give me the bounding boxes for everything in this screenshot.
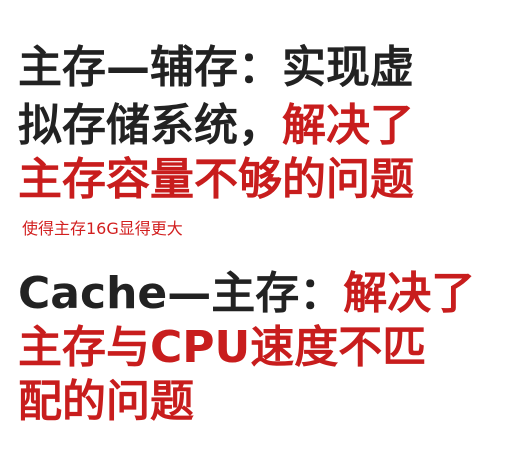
memory-aux-line-2: 拟存储系统，解决了	[18, 98, 414, 154]
cache-line-1: Cache—主存：解决了	[18, 266, 475, 322]
memory-aux-line-1: 主存—辅存：实现虚	[18, 40, 414, 96]
cache-heading: Cache—主存：	[18, 268, 344, 319]
annotation-note: 使得主存16G显得更大	[22, 219, 183, 238]
memory-aux-heading: 主存—辅存：实现虚	[18, 42, 414, 93]
memory-aux-problem: 主存容量不够的问题	[18, 154, 414, 205]
cache-line-2: 主存与CPU速度不匹	[18, 320, 426, 376]
memory-aux-emphasis: 解决了	[282, 100, 414, 151]
cache-problem-part-1: 主存与CPU速度不匹	[18, 322, 427, 373]
memory-aux-line-3: 主存容量不够的问题	[18, 152, 414, 208]
memory-aux-text: 拟存储系统，	[18, 100, 282, 151]
cache-line-3: 配的问题	[18, 374, 194, 430]
cache-problem-part-2: 配的问题	[18, 376, 194, 427]
cache-emphasis: 解决了	[343, 268, 476, 319]
